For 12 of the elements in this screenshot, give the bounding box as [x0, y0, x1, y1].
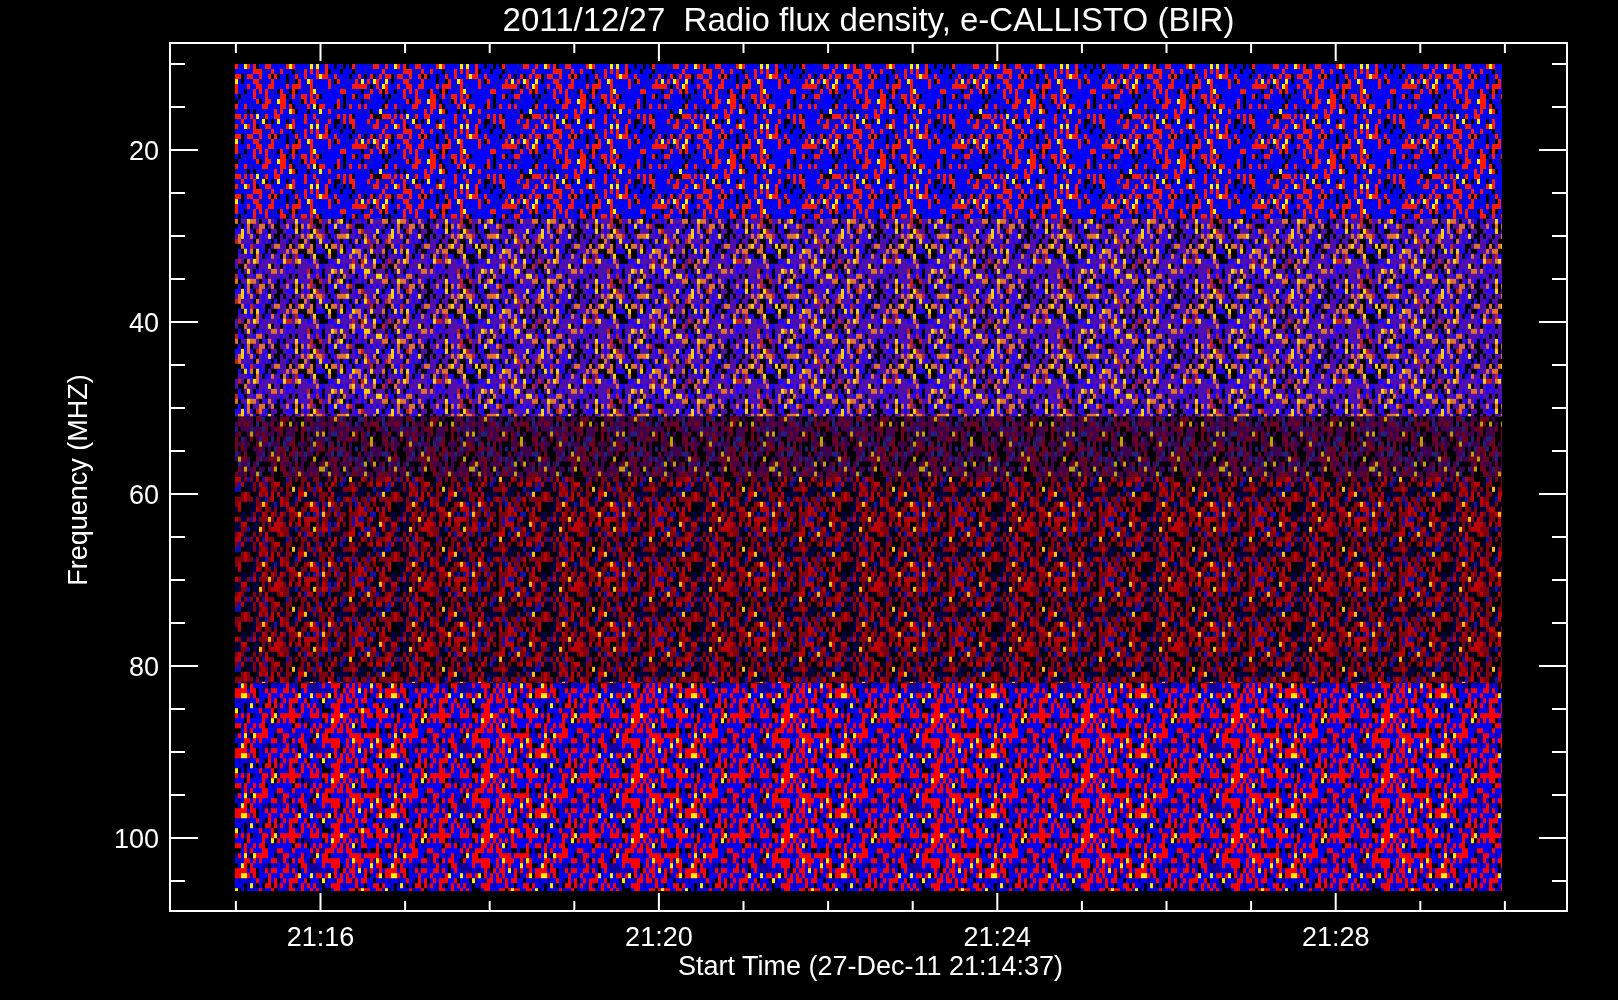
- chart-title: 2011/12/27 Radio flux density, e-CALLISTO (BIR): [502, 1, 1235, 38]
- x-tick-label: 21:20: [625, 922, 693, 952]
- x-axis-label: Start Time (27-Dec-11 21:14:37): [677, 951, 1064, 981]
- x-tick-label: 21:24: [963, 922, 1032, 952]
- x-tick-label: 21:28: [1301, 922, 1370, 952]
- y-tick-label: 20: [128, 136, 159, 166]
- y-axis-label: Frequency (MHZ): [63, 374, 93, 586]
- y-tick-label: 40: [128, 308, 159, 338]
- y-tick-label: 100: [113, 824, 159, 854]
- x-tick-label: 21:16: [286, 922, 355, 952]
- y-tick-label: 80: [128, 652, 159, 682]
- y-tick-label: 60: [128, 480, 159, 510]
